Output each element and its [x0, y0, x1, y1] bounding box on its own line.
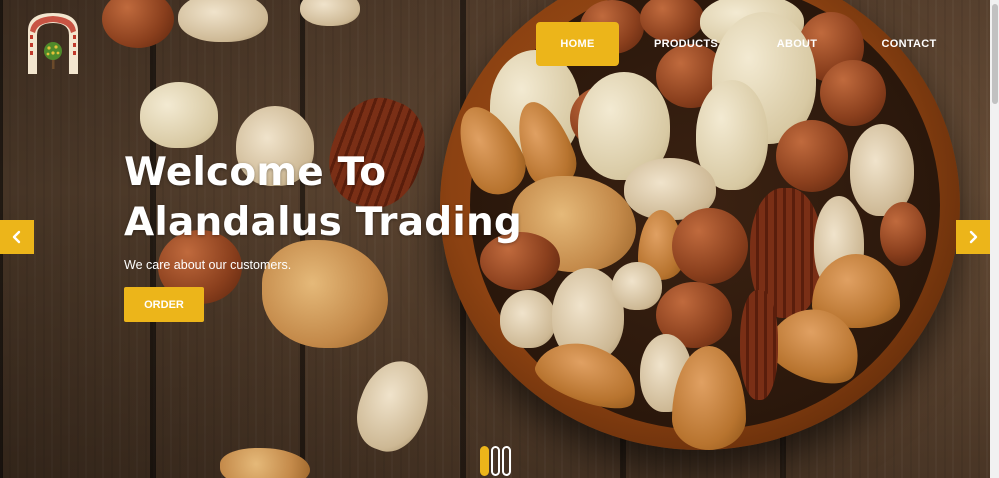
pistachio-image [178, 0, 268, 42]
carousel-indicator[interactable] [502, 446, 511, 476]
scrollbar-thumb[interactable] [992, 4, 998, 104]
nav-products[interactable]: PRODUCTS [654, 22, 718, 66]
cashew-image [140, 82, 218, 148]
headline-line-2: Alandalus Trading [124, 200, 523, 245]
carousel-indicators [480, 446, 511, 476]
carousel-next-button[interactable] [956, 220, 990, 254]
hero-headline: Welcome To Alandalus Trading [124, 148, 544, 248]
arch-logo-icon[interactable] [26, 11, 80, 74]
page-scrollbar[interactable] [990, 0, 999, 478]
headline-line-1: Welcome To [124, 150, 387, 195]
carousel-indicator[interactable] [491, 446, 500, 476]
carousel-prev-button[interactable] [0, 220, 34, 254]
nav-home[interactable]: HOME [536, 22, 619, 66]
main-nav: HOME PRODUCTS ABOUT CONTACT [536, 22, 936, 66]
carousel-indicator[interactable] [480, 446, 489, 476]
nav-about[interactable]: ABOUT [777, 22, 817, 66]
chevron-right-icon [969, 230, 978, 244]
order-button[interactable]: ORDER [124, 287, 204, 322]
hero-tagline: We care about our customers. [124, 258, 292, 272]
nav-contact[interactable]: CONTACT [881, 22, 936, 66]
chevron-left-icon [12, 230, 21, 244]
